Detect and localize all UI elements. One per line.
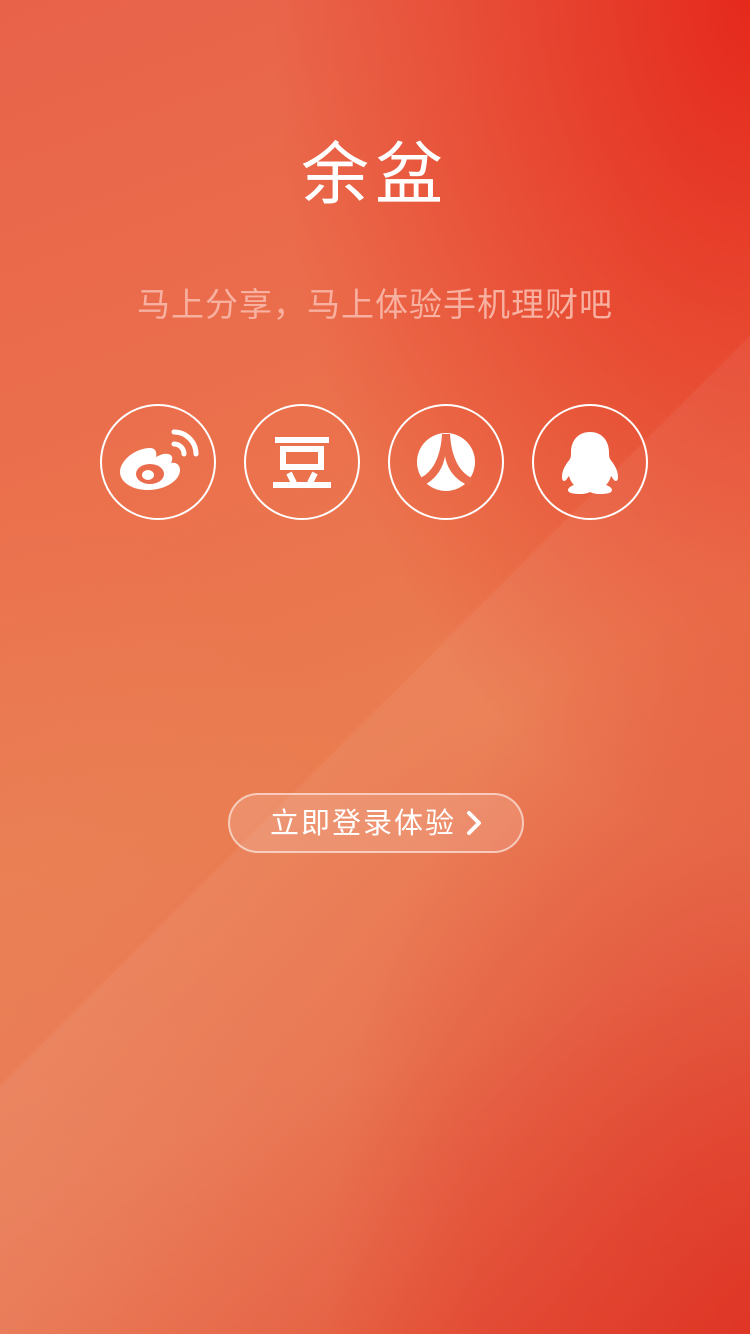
share-qq-button[interactable] <box>532 404 648 520</box>
qq-icon <box>562 432 618 494</box>
login-button[interactable]: 立即登录体验 <box>228 793 524 853</box>
login-button-label: 立即登录体验 <box>269 806 456 840</box>
app-title: 余盆 <box>300 136 449 215</box>
share-renren-button[interactable] <box>388 404 504 520</box>
weibo-icon <box>120 429 199 490</box>
share-options <box>100 404 650 520</box>
chevron-right-icon <box>467 811 481 835</box>
renren-icon <box>417 433 475 491</box>
share-prompt: 马上分享，马上体验手机理财吧 <box>137 285 613 324</box>
douban-icon <box>273 437 331 488</box>
share-weibo-button[interactable] <box>100 404 216 520</box>
share-douban-button[interactable] <box>244 404 360 520</box>
